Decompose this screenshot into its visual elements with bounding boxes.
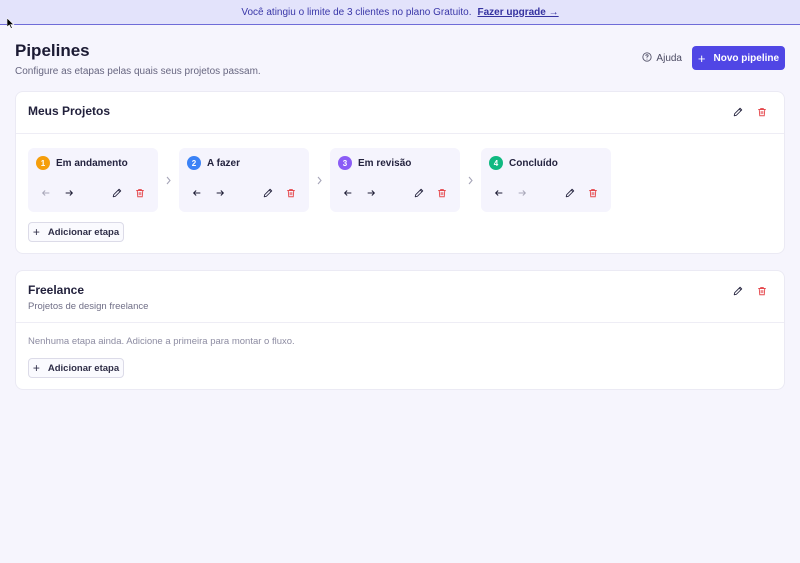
plus-icon: + xyxy=(32,361,40,375)
plus-icon: + xyxy=(697,50,706,66)
arrow-left-icon xyxy=(41,190,50,196)
stage-card: 2 A fazer xyxy=(179,148,309,212)
arrow-left-icon xyxy=(343,190,352,196)
move-left-button[interactable] xyxy=(41,188,51,198)
move-right-button[interactable] xyxy=(517,188,527,198)
stage-name: Concluído xyxy=(509,157,558,169)
stage-name: A fazer xyxy=(207,157,240,169)
edit-stage-button[interactable] xyxy=(414,188,424,198)
pipeline-description: Projetos de design freelance xyxy=(28,301,149,312)
pipeline-card: Meus Projetos 1 Em andamento 2 A fazer 3… xyxy=(15,91,785,254)
plus-icon: + xyxy=(32,225,40,239)
arrow-right-icon xyxy=(518,190,527,196)
trash-icon xyxy=(438,188,446,198)
pencil-icon xyxy=(565,188,575,198)
trash-icon xyxy=(589,188,597,198)
move-right-button[interactable] xyxy=(64,188,74,198)
chevron-right-icon xyxy=(158,176,179,185)
delete-stage-button[interactable] xyxy=(135,188,145,198)
stage-name: Em revisão xyxy=(358,157,412,169)
add-stage-button[interactable]: + Adicionar etapa xyxy=(28,358,124,378)
pencil-icon xyxy=(112,188,122,198)
banner-message: Você atingiu o limite de 3 clientes no p… xyxy=(241,6,472,18)
stage-number: 2 xyxy=(187,156,201,170)
edit-pipeline-button[interactable] xyxy=(733,107,743,117)
pencil-icon xyxy=(414,188,424,198)
pencil-icon xyxy=(263,188,273,198)
stage-card: 3 Em revisão xyxy=(330,148,460,212)
arrow-left-icon xyxy=(192,190,201,196)
stage-number: 1 xyxy=(36,156,50,170)
delete-stage-button[interactable] xyxy=(588,188,598,198)
stage-name: Em andamento xyxy=(56,157,128,169)
arrow-right-icon xyxy=(216,190,225,196)
edit-stage-button[interactable] xyxy=(565,188,575,198)
help-circle-icon xyxy=(642,52,653,65)
new-pipeline-button[interactable]: + Novo pipeline xyxy=(692,46,785,70)
add-stage-label: Adicionar etapa xyxy=(47,226,120,238)
trash-icon xyxy=(287,188,295,198)
pipeline-card-header: Meus Projetos xyxy=(16,92,784,134)
pipeline-card: Freelance Projetos de design freelance N… xyxy=(15,270,785,390)
trash-icon xyxy=(758,107,766,117)
pencil-icon xyxy=(733,286,743,296)
move-left-button[interactable] xyxy=(192,188,202,198)
help-button[interactable]: Ajuda xyxy=(642,52,682,65)
move-left-button[interactable] xyxy=(494,188,504,198)
delete-pipeline-button[interactable] xyxy=(757,107,767,117)
stage-list: 1 Em andamento 2 A fazer 3 Em revisão 4 … xyxy=(28,148,611,212)
pencil-icon xyxy=(733,107,743,117)
delete-pipeline-button[interactable] xyxy=(757,286,767,296)
page-subtitle: Configure as etapas pelas quais seus pro… xyxy=(15,66,261,77)
move-right-button[interactable] xyxy=(366,188,376,198)
arrow-left-icon xyxy=(494,190,503,196)
delete-stage-button[interactable] xyxy=(286,188,296,198)
pipeline-card-header: Freelance Projetos de design freelance xyxy=(16,271,784,323)
arrow-right-icon xyxy=(65,190,74,196)
delete-stage-button[interactable] xyxy=(437,188,447,198)
upgrade-banner: Você atingiu o limite de 3 clientes no p… xyxy=(0,0,800,25)
add-stage-button[interactable]: + Adicionar etapa xyxy=(28,222,124,242)
stage-card: 4 Concluído xyxy=(481,148,611,212)
stage-number: 3 xyxy=(338,156,352,170)
chevron-right-icon xyxy=(460,176,481,185)
edit-stage-button[interactable] xyxy=(112,188,122,198)
move-right-button[interactable] xyxy=(215,188,225,198)
empty-stages-text: Nenhuma etapa ainda. Adicione a primeira… xyxy=(28,336,295,347)
add-stage-label: Adicionar etapa xyxy=(47,362,120,374)
trash-icon xyxy=(136,188,144,198)
move-left-button[interactable] xyxy=(343,188,353,198)
edit-pipeline-button[interactable] xyxy=(733,286,743,296)
page-header: Pipelines Configure as etapas pelas quai… xyxy=(15,41,785,77)
pipeline-name: Meus Projetos xyxy=(28,104,111,118)
upgrade-link[interactable]: Fazer upgrade → xyxy=(478,7,559,18)
new-pipeline-label: Novo pipeline xyxy=(713,52,780,64)
mouse-cursor xyxy=(6,16,15,34)
pipeline-name: Freelance xyxy=(28,283,85,297)
arrow-right-icon xyxy=(367,190,376,196)
stage-number: 4 xyxy=(489,156,503,170)
stage-card: 1 Em andamento xyxy=(28,148,158,212)
edit-stage-button[interactable] xyxy=(263,188,273,198)
help-label: Ajuda xyxy=(656,53,682,64)
trash-icon xyxy=(758,286,766,296)
chevron-right-icon xyxy=(309,176,330,185)
